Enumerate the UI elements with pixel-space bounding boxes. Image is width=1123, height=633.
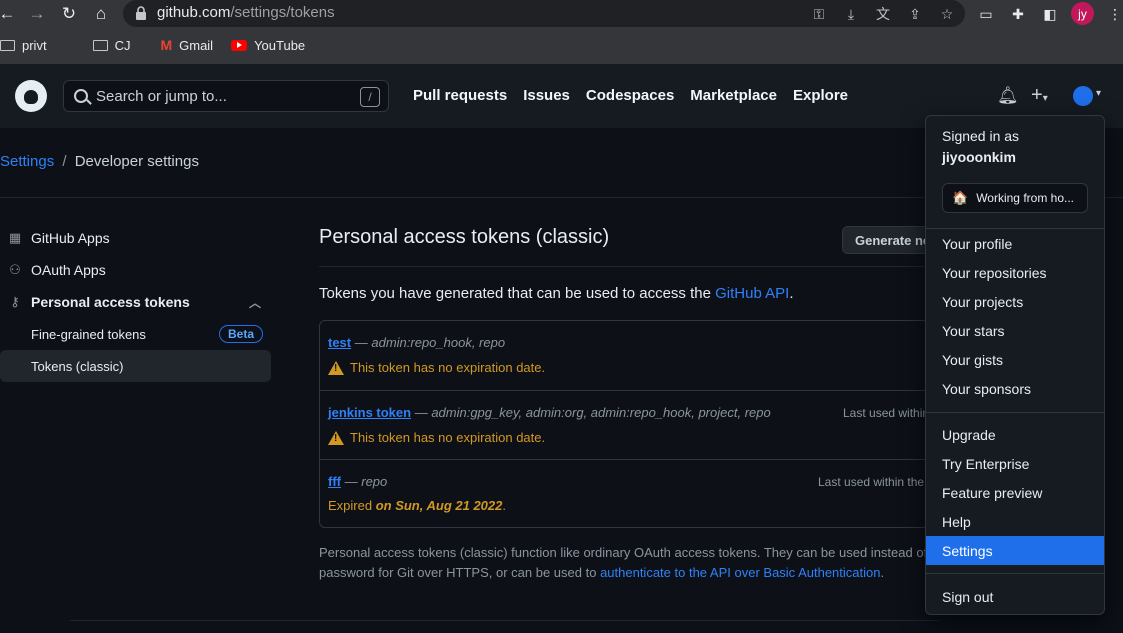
- intro-text: Tokens you have generated that can be us…: [319, 285, 794, 302]
- signed-in-as: Signed in as jiyooonkim: [942, 128, 1020, 165]
- chevron-down-icon[interactable]: ▾: [1096, 88, 1101, 99]
- token-list: test — admin:repo_hook, repo This token …: [319, 320, 939, 528]
- user-menu-dropdown: Signed in as jiyooonkim 🏠 Working from h…: [925, 115, 1105, 615]
- basic-auth-link[interactable]: authenticate to the API over Basic Authe…: [600, 565, 880, 580]
- menu-item-try-enterprise[interactable]: Try Enterprise: [926, 449, 1104, 478]
- home-icon[interactable]: ⌂: [90, 3, 112, 25]
- token-row: jenkins token — admin:gpg_key, admin:org…: [320, 390, 938, 459]
- url-text: github.com/settings/tokens: [157, 4, 335, 21]
- house-icon: 🏠: [952, 190, 969, 205]
- divider: [926, 412, 1104, 413]
- nav-explore[interactable]: Explore: [793, 87, 848, 104]
- sidebar-item-fine-grained-tokens[interactable]: Fine-grained tokens Beta: [0, 318, 271, 350]
- last-used-text: Last used within: [843, 406, 930, 420]
- menu-item-feature-preview[interactable]: Feature preview: [926, 478, 1104, 507]
- token-scopes: repo: [361, 474, 388, 489]
- username: jiyooonkim: [942, 149, 1016, 165]
- search-icon: [74, 89, 88, 103]
- reload-icon[interactable]: ↻: [58, 3, 80, 25]
- sidebar-item-github-apps[interactable]: ▦ GitHub Apps: [0, 222, 271, 254]
- menu-item-your-projects[interactable]: Your projects: [926, 287, 1104, 316]
- last-used-text: Last used within the: [818, 475, 925, 489]
- key-icon[interactable]: ⚿: [808, 3, 830, 25]
- side-panel-icon[interactable]: ◧: [1039, 3, 1061, 25]
- menu-item-your-gists[interactable]: Your gists: [926, 345, 1104, 374]
- search-input[interactable]: Search or jump to... /: [63, 80, 389, 112]
- token-row: test — admin:repo_hook, repo This token …: [320, 321, 938, 390]
- folder-icon: [92, 39, 108, 51]
- beta-badge: Beta: [218, 325, 263, 343]
- profile-avatar[interactable]: jy: [1071, 2, 1094, 25]
- menu-item-your-sponsors[interactable]: Your sponsors: [926, 374, 1104, 403]
- token-scopes: admin:repo_hook, repo: [371, 335, 506, 350]
- gmail-icon: M: [160, 37, 173, 53]
- nav-issues[interactable]: Issues: [523, 87, 570, 104]
- menu-item-your-stars[interactable]: Your stars: [926, 316, 1104, 345]
- set-status-button[interactable]: 🏠 Working from ho...: [942, 183, 1088, 213]
- alert-icon: [328, 430, 344, 445]
- apps-grid-icon: ▦: [8, 230, 22, 245]
- address-bar[interactable]: github.com/settings/tokens ⚿ ⤓ 文 ⇪ ☆: [123, 0, 965, 27]
- lock-icon: [136, 6, 146, 20]
- divider: [319, 266, 939, 267]
- sidebar-item-personal-access-tokens[interactable]: ⚷ Personal access tokens ︿: [0, 286, 271, 318]
- share-icon[interactable]: ⇪: [904, 3, 926, 25]
- plus-icon[interactable]: +▾: [1031, 84, 1048, 107]
- bookmarks-bar: privt CJ M Gmail YouTube: [0, 34, 323, 56]
- breadcrumb-settings-link[interactable]: Settings: [0, 153, 54, 170]
- menu-item-help[interactable]: Help: [926, 507, 1104, 536]
- github-api-link[interactable]: GitHub API: [715, 285, 789, 302]
- global-nav: Pull requests Issues Codespaces Marketpl…: [413, 87, 848, 104]
- shortcut-key: /: [360, 87, 380, 107]
- folder-icon: [0, 39, 15, 51]
- breadcrumb-current: Developer settings: [74, 153, 199, 170]
- install-icon[interactable]: ⤓: [840, 3, 862, 25]
- bookmark-gmail[interactable]: M Gmail: [160, 37, 213, 53]
- extensions-icon[interactable]: ✚: [1007, 3, 1029, 25]
- github-logo-icon[interactable]: [15, 80, 47, 112]
- token-row: fff — repo Last used within the Expired …: [320, 459, 938, 527]
- bookmark-privt[interactable]: privt: [0, 38, 47, 53]
- translate-icon[interactable]: 文: [872, 3, 894, 25]
- forward-arrow-icon[interactable]: →: [26, 3, 48, 25]
- alert-icon: [328, 360, 344, 375]
- kebab-menu-icon[interactable]: ⋮: [1104, 3, 1123, 25]
- divider: [70, 620, 939, 621]
- token-scopes: admin:gpg_key, admin:org, admin:repo_hoo…: [431, 405, 771, 420]
- chevron-up-icon[interactable]: ︿: [249, 294, 261, 311]
- user-avatar[interactable]: [1073, 86, 1093, 106]
- sidebar-item-oauth-apps[interactable]: ⚇ OAuth Apps: [0, 254, 271, 286]
- menu-item-your-profile[interactable]: Your profile: [926, 229, 1104, 258]
- token-name-link[interactable]: fff: [328, 474, 341, 489]
- divider: [926, 573, 1104, 574]
- bell-icon[interactable]: 🔔︎: [997, 86, 1019, 106]
- person-icon: ⚇: [9, 262, 21, 277]
- nav-pull-requests[interactable]: Pull requests: [413, 87, 507, 104]
- token-name-link[interactable]: test: [328, 335, 351, 350]
- browser-chrome: ← → ↻ ⌂ github.com/settings/tokens ⚿ ⤓ 文…: [0, 0, 1123, 64]
- token-name-link[interactable]: jenkins token: [328, 405, 411, 420]
- expiration-warning: This token has no expiration date.: [328, 360, 545, 375]
- page-title: Personal access tokens (classic): [319, 226, 610, 248]
- youtube-icon: [231, 39, 248, 51]
- nav-codespaces[interactable]: Codespaces: [586, 87, 674, 104]
- footer-note: Personal access tokens (classic) functio…: [319, 545, 939, 580]
- menu-item-your-repositories[interactable]: Your repositories: [926, 258, 1104, 287]
- breadcrumb: Settings / Developer settings: [0, 153, 199, 170]
- bookmark-cj[interactable]: CJ: [92, 38, 130, 53]
- menu-item-sign-out[interactable]: Sign out: [926, 582, 1104, 611]
- back-arrow-icon[interactable]: ←: [0, 3, 18, 25]
- cast-icon[interactable]: ▭: [975, 3, 997, 25]
- key-icon: ⚷: [10, 294, 20, 309]
- nav-marketplace[interactable]: Marketplace: [690, 87, 777, 104]
- menu-item-settings[interactable]: Settings: [926, 536, 1104, 565]
- sidebar-item-tokens-classic[interactable]: Tokens (classic): [0, 350, 271, 382]
- menu-item-upgrade[interactable]: Upgrade: [926, 420, 1104, 449]
- expired-text: Expired on Sun, Aug 21 2022.: [328, 498, 506, 513]
- star-icon[interactable]: ☆: [936, 3, 958, 25]
- bookmark-youtube[interactable]: YouTube: [231, 38, 305, 53]
- expiration-warning: This token has no expiration date.: [328, 430, 545, 445]
